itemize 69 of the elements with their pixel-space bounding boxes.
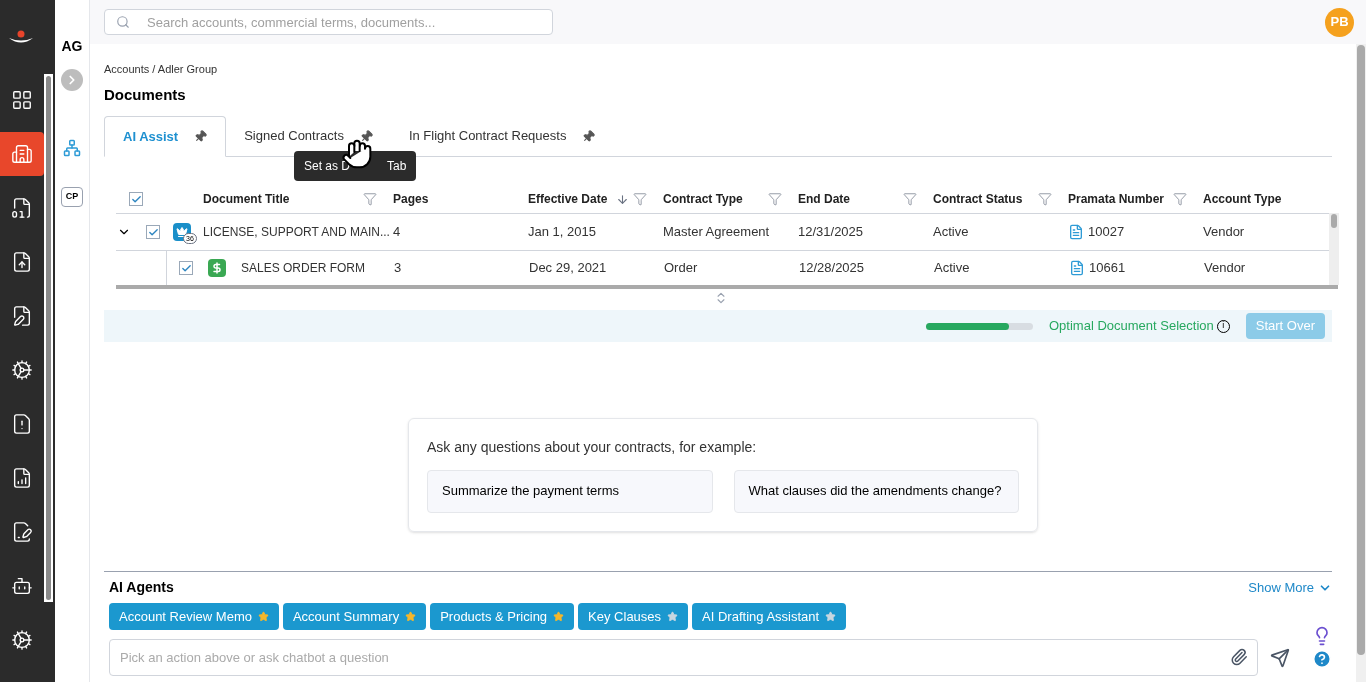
pdf-icon[interactable] <box>1069 260 1085 276</box>
cp-tag[interactable]: CP <box>60 187 84 207</box>
filter-icon[interactable] <box>903 192 917 206</box>
table-cell-text: Order <box>664 259 698 278</box>
suggestion-button[interactable]: What clauses did the amendments change? <box>733 469 1019 513</box>
chat-input[interactable]: Pick an action above or ask chatbot a question <box>109 639 1258 676</box>
hand-cursor-icon <box>341 138 373 170</box>
scrollbar[interactable] <box>44 74 53 602</box>
help-icon[interactable] <box>1312 649 1332 669</box>
chart-document-icon <box>11 467 33 489</box>
dollar-icon <box>208 259 226 277</box>
edit-document-icon <box>11 305 33 327</box>
table-cell-text: 3 <box>394 259 402 278</box>
table-cell-text: 10027 <box>1088 223 1125 242</box>
column-header[interactable]: Account Type <box>1203 190 1305 208</box>
column-header[interactable]: Effective Date <box>528 190 616 208</box>
filter-icon[interactable] <box>1173 192 1187 206</box>
grid-icon <box>11 89 33 111</box>
signature-document-icon <box>11 521 33 543</box>
table-cell-text: Dec 29, 2021 <box>529 259 607 278</box>
prompt-text: Ask any questions about your contracts, for example: <box>427 437 758 457</box>
page-title: Documents <box>104 84 187 105</box>
table-cell-text: Vendor <box>1204 259 1246 278</box>
selection-label: Optimal Document Selection <box>1049 317 1214 336</box>
column-header[interactable]: Pramata Number <box>1068 190 1173 208</box>
search-field[interactable]: Search accounts, commercial terms, documents... <box>104 9 553 35</box>
send-icon[interactable] <box>1270 647 1290 668</box>
column-header[interactable]: Document Title <box>203 190 363 208</box>
tab[interactable]: AI Assist <box>104 116 227 157</box>
suggestion-button[interactable]: Summarize the payment terms <box>427 469 713 513</box>
account-initials: AG <box>61 37 83 56</box>
upload-document-icon <box>11 251 33 273</box>
table-cell-text: Active <box>933 223 969 242</box>
sort-icon <box>616 192 629 206</box>
table-cell-text: Master Agreement <box>663 223 770 242</box>
column-header[interactable]: End Date <box>798 190 903 208</box>
gear-icon <box>11 359 33 381</box>
checkbox[interactable] <box>179 261 193 275</box>
checkbox[interactable] <box>129 192 143 206</box>
filter-icon[interactable] <box>363 192 377 206</box>
gear-icon <box>11 629 33 651</box>
hierarchy-icon[interactable] <box>63 139 81 157</box>
table-cell-text: 12/28/2025 <box>799 259 865 278</box>
table-cell-text: Active <box>934 259 970 278</box>
filter-icon[interactable] <box>633 192 647 206</box>
paperclip-icon[interactable] <box>1230 648 1248 666</box>
warning-document-icon <box>11 413 33 435</box>
filter-icon[interactable] <box>768 192 782 206</box>
table-cell-text: SALES ORDER FORM <box>241 260 366 277</box>
show-more-link[interactable]: Show More <box>1248 577 1332 598</box>
table-cell-text: 4 <box>393 223 401 242</box>
building-icon <box>11 143 33 165</box>
robot-icon <box>11 575 33 597</box>
breadcrumb[interactable]: Accounts / Adler Group <box>104 61 1342 78</box>
table-cell-text: 10661 <box>1089 259 1126 278</box>
filter-icon[interactable] <box>1038 192 1052 206</box>
page-scrollbar[interactable] <box>1356 44 1366 682</box>
scrollbar[interactable] <box>1329 213 1339 285</box>
section-title: AI Agents <box>109 578 174 597</box>
search-icon <box>116 15 130 29</box>
checkbox[interactable] <box>146 225 160 239</box>
table-cell-text: Jan 1, 2015 <box>528 223 596 242</box>
table-cell-text: Vendor <box>1203 223 1245 242</box>
table-cell-text: 12/31/2025 <box>798 223 864 242</box>
pdf-icon[interactable] <box>1068 224 1084 240</box>
column-header[interactable]: Contract Status <box>933 190 1038 208</box>
column-header[interactable]: Pages <box>393 190 520 208</box>
table-cell-text: LICENSE, SUPPORT AND MAIN... <box>203 224 390 241</box>
column-header[interactable]: Contract Type <box>663 190 768 208</box>
